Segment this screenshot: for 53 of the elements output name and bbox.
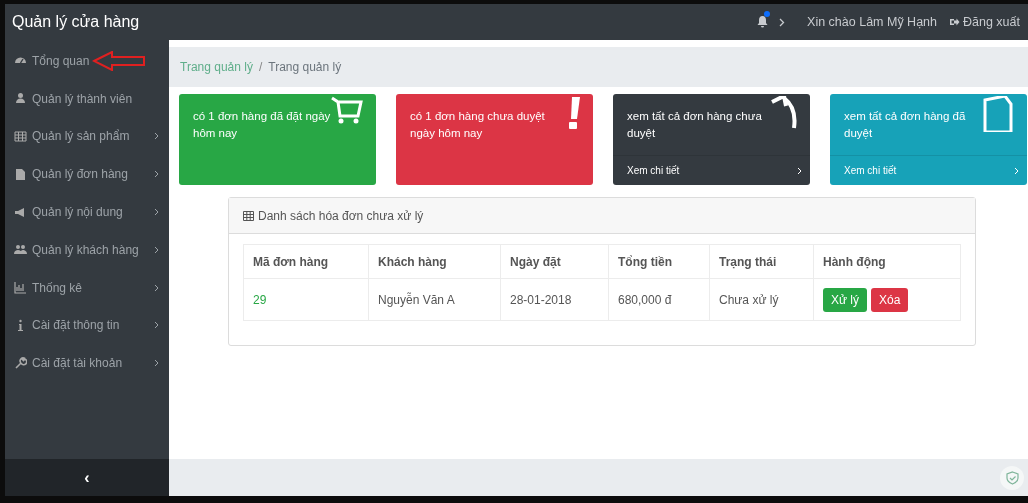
- summary-card[interactable]: xem tất cả đơn hàng chưa duyệt Xem chi tiết: [613, 94, 810, 185]
- brand-title: Quản lý cửa hàng: [12, 12, 140, 32]
- bar-chart-icon: [14, 281, 27, 295]
- logout-link[interactable]: Đăng xuất: [949, 12, 1020, 32]
- details-link[interactable]: Xem chi tiết: [613, 155, 810, 185]
- sidebar-item[interactable]: Quản lý đơn hàng: [5, 155, 169, 194]
- user-icon: [14, 92, 27, 106]
- card-text: xem tất cả đơn hàng chưa duyệt: [626, 109, 763, 141]
- table-icon: [14, 130, 27, 143]
- sidebar-item[interactable]: Quản lý khách hàng: [5, 231, 169, 269]
- logout-icon: [949, 17, 960, 27]
- chevron-right-icon: [1014, 166, 1019, 175]
- card-text: xem tất cả đơn hàng đã duyệt: [843, 109, 967, 141]
- column-header: Mã đơn hàng: [243, 244, 369, 279]
- column-header: Hành động: [813, 244, 961, 279]
- chevron-right-icon: [779, 17, 786, 27]
- bell-icon: [756, 15, 770, 29]
- details-link[interactable]: Xem chi tiết: [830, 155, 1027, 185]
- column-header: Tổng tiền: [608, 244, 710, 279]
- arrow-annotation: [92, 51, 146, 71]
- process-button[interactable]: Xử lý: [823, 287, 868, 312]
- breadcrumb-separator: /: [258, 59, 263, 76]
- table-cell: Nguyễn Văn A: [368, 278, 501, 321]
- sidebar-item[interactable]: Tổng quan: [5, 42, 100, 80]
- delete-button[interactable]: Xóa: [871, 287, 909, 312]
- table-cell: 680,000 đ: [608, 278, 710, 321]
- column-header: Khách hàng: [368, 244, 501, 279]
- column-header: Ngày đặt: [500, 244, 609, 279]
- sidebar-item[interactable]: Quản lý thành viên: [5, 79, 169, 118]
- document-icon: [14, 167, 27, 181]
- sidebar-item[interactable]: Cài đặt tài khoản: [5, 344, 169, 383]
- sidebar-item[interactable]: Quản lý sản phẩm: [5, 117, 169, 156]
- order-id-link[interactable]: 29: [243, 278, 369, 321]
- document-icon: [981, 96, 1015, 132]
- sidebar-collapse-button[interactable]: ‹: [5, 459, 169, 496]
- table-icon: [243, 210, 254, 221]
- sidebar-item[interactable]: Cài đặt thông tin: [5, 306, 169, 345]
- megaphone-icon: [14, 205, 27, 219]
- table-cell: 28-01-2018: [500, 278, 609, 321]
- exclamation-icon: [568, 96, 581, 130]
- users-icon: [14, 243, 27, 257]
- card-text: có 1 đơn hàng chưa duyệt ngày hôm nay: [409, 109, 546, 141]
- card-text: có 1 đơn hàng đã đặt ngày hôm nay: [192, 109, 332, 141]
- sidebar-item[interactable]: Quản lý nội dung: [5, 193, 169, 231]
- shield-check-icon: [1005, 470, 1019, 485]
- table-title: Danh sách hóa đơn chưa xử lý: [258, 207, 424, 225]
- breadcrumb-current: Trang quản lý: [268, 59, 342, 76]
- table-cell: Chưa xử lý: [709, 278, 814, 321]
- summary-card[interactable]: xem tất cả đơn hàng đã duyệt Xem chi tiết: [830, 94, 1027, 185]
- chevron-right-icon: [797, 166, 802, 175]
- column-header: Trạng thái: [709, 244, 814, 279]
- sidebar-item[interactable]: Thống kê: [5, 268, 169, 307]
- greeting-text: Xin chào Lâm Mỹ Hạnh: [807, 13, 937, 31]
